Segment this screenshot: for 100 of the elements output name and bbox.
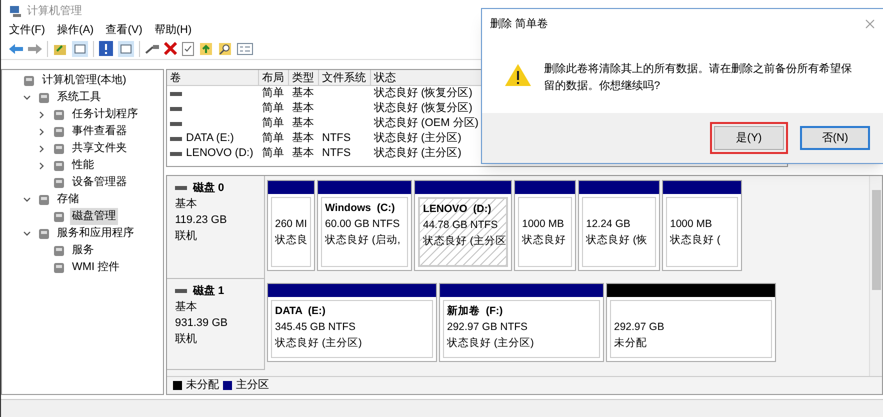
partition-status: 未分配 (614, 336, 648, 351)
back-arrow-icon[interactable] (9, 42, 23, 54)
partition-status: 状态良 (275, 233, 307, 248)
delete-icon[interactable] (164, 42, 177, 55)
tree-node-icon (52, 158, 66, 172)
partition[interactable]: LENOVO (D:) 44.78 GB NTFS 状态良好 (主分区 (414, 180, 512, 271)
table-cell-text: 基本 (292, 101, 314, 116)
partition[interactable]: Windows (C:) 60.00 GB NTFS 状态良好 (启动, (317, 180, 412, 271)
dialog-message: 删除此卷将清除其上的所有数据。请在删除之前备份所有希望保留的数据。你想继续吗? (544, 62, 853, 94)
disk-info-panel[interactable]: 磁盘 0 基本 119.23 GB 联机 (167, 176, 265, 279)
table-cell-text: 基本 (292, 146, 314, 162)
tree-item[interactable]: 事件查看器 (70, 123, 129, 140)
partition[interactable]: 1000 MB 状态良好 ( (662, 180, 742, 271)
dialog-button[interactable]: 否(N) (800, 126, 870, 150)
menu-item[interactable]: 操作(A) (57, 22, 94, 38)
column-header[interactable]: 类型 (289, 70, 319, 86)
table-cell-text: 状态良好 (OEM 分区) (374, 116, 478, 132)
partition-size: 60.00 GB NTFS (325, 217, 401, 232)
search-icon[interactable] (218, 42, 232, 56)
partition[interactable]: 1000 MB 状态良好 (514, 180, 576, 271)
tree-item[interactable]: WMI 控件 (70, 259, 122, 276)
disk-info-panel[interactable]: 磁盘 1 基本 931.39 GB 联机 (167, 279, 265, 370)
tree-node-icon (52, 108, 66, 122)
partition-status: 状态良好 ( (670, 233, 722, 248)
tree-node-icon (52, 244, 66, 258)
disk-name: 磁盘 1 (193, 284, 224, 299)
partition-size: 44.78 GB NTFS (423, 218, 499, 233)
menu-item[interactable]: 查看(V) (106, 22, 142, 38)
table-cell-text: 状态良好 (恢复分区) (374, 86, 472, 102)
tree-item[interactable]: 共享文件夹 (70, 140, 129, 157)
close-icon[interactable] (865, 19, 875, 29)
warning-icon (504, 63, 532, 87)
partition[interactable]: 292.97 GB 未分配 (606, 283, 776, 362)
chevron-down-icon[interactable] (22, 194, 32, 204)
table-cell-text: 状态良好 (主分区) (374, 130, 462, 146)
partition-status: 状态良好 (启动, (325, 233, 402, 248)
partition-status: 状态良好 (522, 233, 567, 248)
partition-name: 新加卷 (F:) (447, 304, 504, 319)
partition[interactable]: 新加卷 (F:) 292.97 GB NTFS 状态良好 (主分区) (439, 283, 604, 362)
window-title: 计算机管理 (27, 4, 82, 19)
help-icon[interactable] (99, 41, 113, 56)
partition[interactable]: DATA (E:) 345.45 GB NTFS 状态良好 (主分区) (267, 283, 437, 362)
legend-label: 主分区 (236, 378, 269, 394)
pane-icon[interactable] (118, 40, 134, 56)
partition-size: 292.97 GB (614, 320, 666, 335)
connect-icon[interactable] (145, 42, 159, 54)
column-header[interactable]: 卷 (167, 70, 259, 86)
table-cell-text: LENOVO (D:) (186, 146, 254, 162)
partition[interactable]: 12.24 GB 状态良好 (恢 (578, 180, 660, 271)
properties-icon[interactable] (237, 42, 253, 54)
chevron-down-icon[interactable] (22, 228, 32, 238)
app-icon (9, 4, 23, 18)
table-cell-text: 基本 (292, 86, 314, 102)
partition-size: 1000 MB (670, 217, 714, 232)
table-cell-text: 基本 (292, 131, 314, 146)
disk-name: 磁盘 0 (193, 181, 224, 196)
tree-item[interactable]: 存储 (55, 191, 81, 208)
checklist-icon[interactable] (182, 42, 194, 56)
scrollbar[interactable] (869, 176, 882, 376)
tree-item[interactable]: 服务 (70, 242, 96, 259)
tree-item[interactable]: 性能 (70, 157, 96, 174)
partition-status: 状态良好 (主分区 (423, 234, 503, 249)
tree-item[interactable]: 服务和应用程序 (55, 225, 136, 242)
partition-name: LENOVO (D:) (423, 202, 492, 217)
table-cell-text: 简单 (262, 86, 284, 102)
table-cell-text: 状态良好 (恢复分区) (374, 100, 472, 116)
disk-type: 基本 (175, 197, 198, 212)
tree-node-icon (22, 74, 36, 88)
tree-node-icon (52, 124, 66, 138)
tree-node-icon (37, 192, 51, 206)
disk-size: 119.23 GB (175, 213, 228, 228)
chevron-down-icon[interactable] (22, 92, 32, 102)
pane-icon[interactable] (72, 40, 88, 56)
disk-status: 联机 (175, 229, 198, 244)
column-header[interactable]: 布局 (259, 70, 289, 86)
disk-type: 基本 (175, 300, 198, 315)
partition-size: 345.45 GB NTFS (275, 320, 357, 335)
tree-item[interactable]: 任务计划程序 (70, 106, 140, 123)
partition-size: 12.24 GB (586, 217, 632, 232)
partition-name: DATA (E:) (275, 304, 327, 319)
tree-node-icon (52, 210, 66, 224)
menu-item[interactable]: 文件(F) (9, 22, 46, 38)
tree-item[interactable]: 系统工具 (55, 89, 103, 106)
tree-item[interactable]: 磁盘管理 (70, 208, 118, 225)
tree-item[interactable]: 计算机管理(本地) (40, 72, 128, 89)
partition-status: 状态良好 (主分区) (275, 336, 363, 351)
tree-node-icon (52, 142, 66, 156)
table-cell-text: NTFS (322, 131, 351, 146)
disk-size: 931.39 GB (175, 316, 229, 331)
dialog-button[interactable]: 是(Y) (714, 126, 784, 150)
partition-status: 状态良好 (恢 (586, 233, 648, 248)
table-cell-text: 基本 (292, 116, 314, 132)
table-cell-text: 简单 (262, 116, 284, 132)
forward-arrow-icon[interactable] (28, 42, 42, 54)
column-header[interactable]: 文件系统 (319, 70, 371, 86)
partition[interactable]: 260 MI 状态良 (267, 180, 315, 271)
table-cell-text: 简单 (262, 146, 284, 162)
menu-item[interactable]: 帮助(H) (154, 22, 192, 38)
tree-item[interactable]: 设备管理器 (70, 174, 129, 191)
tree-node-icon (37, 226, 51, 240)
